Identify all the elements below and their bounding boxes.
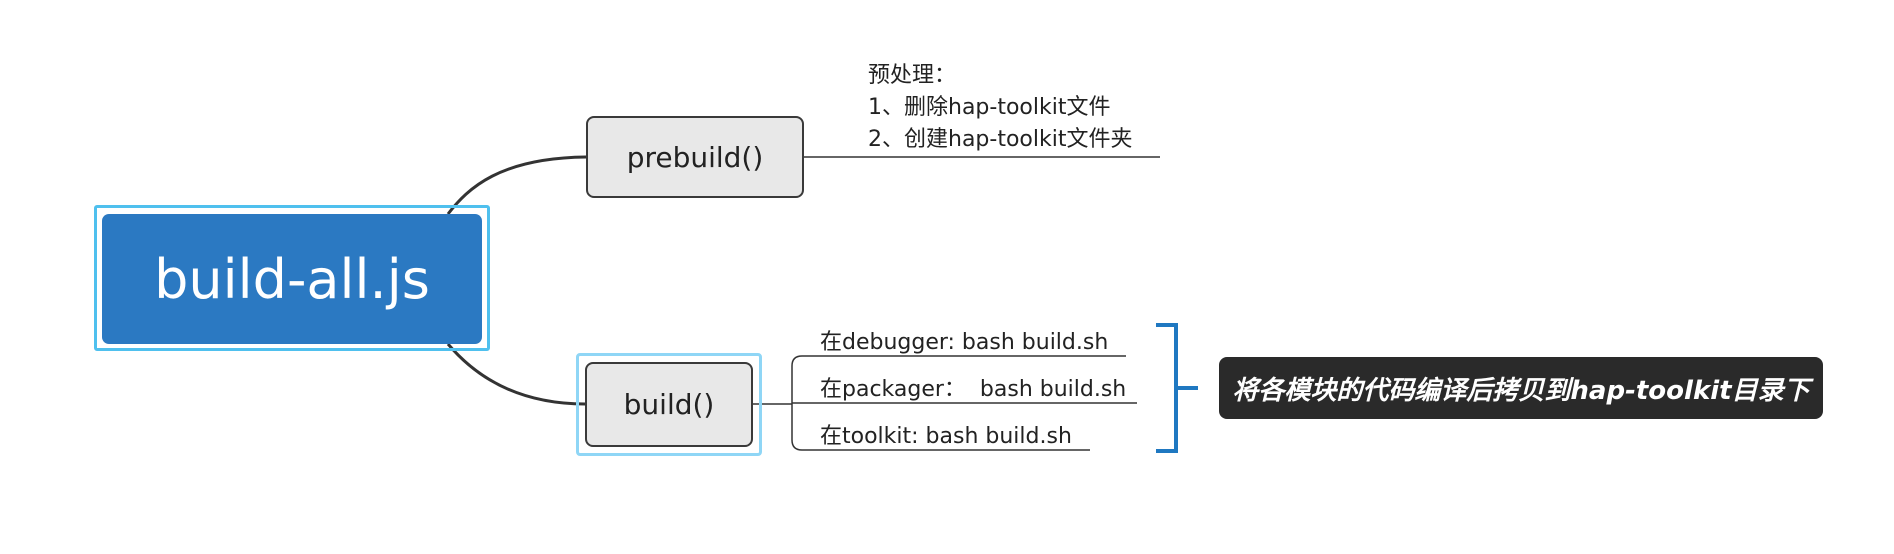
build-node[interactable]: build() [585,362,753,447]
prebuild-node-label: prebuild() [626,140,764,174]
root-node[interactable]: build-all.js [102,214,482,344]
note-line-title: 预处理： [868,63,957,88]
summary-label-text: 将各模块的代码编译后拷贝到hap-toolkit目录下 [1232,375,1810,406]
leaf-packager[interactable]: 在packager： bash build.sh [820,371,1126,403]
note-line-2: 2、创建hap-toolkit文件夹 [868,127,1133,152]
summary-label[interactable]: 将各模块的代码编译后拷贝到hap-toolkit目录下 [1219,357,1823,419]
note-line-1: 1、删除hap-toolkit文件 [868,95,1111,120]
leaf-toolkit[interactable]: 在toolkit: bash build.sh [820,418,1072,450]
leaf-debugger[interactable]: 在debugger: bash build.sh [820,324,1108,356]
summary-bracket [1156,323,1178,453]
root-node-label: build-all.js [154,247,430,311]
connector-root-build [446,343,586,406]
prebuild-note: 预处理： 1、删除hap-toolkit文件 2、创建hap-toolkit文件… [868,60,1168,156]
prebuild-node[interactable]: prebuild() [586,116,804,198]
build-node-label: build() [623,388,715,421]
